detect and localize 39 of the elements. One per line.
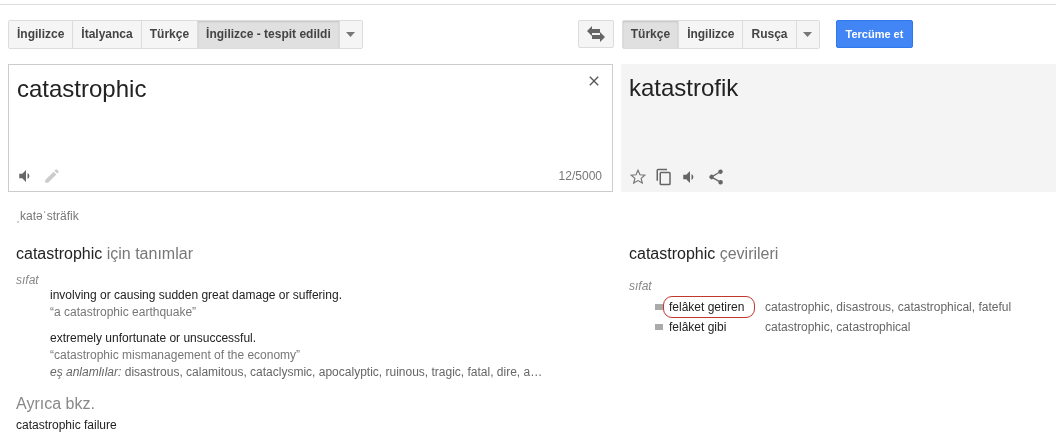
language-tab[interactable]: Türkçe: [141, 20, 199, 48]
source-text: catastrophic: [17, 75, 147, 103]
language-tab[interactable]: Türkçe: [622, 20, 680, 48]
language-tab[interactable]: İngilizce: [679, 20, 744, 48]
synonyms-text: eş anlamlılar: disastrous, calamitous, cataclysmic, apocalyptic, ruinous, tragic, fatal, dire, a…: [50, 364, 544, 381]
swap-arrows-icon: [586, 26, 605, 42]
example-text: “catastrophic mismanagement of the economy”: [50, 347, 302, 364]
reverse-translations: catastrophic, catastrophical: [765, 320, 911, 334]
phonetic-text: ˌkatəˈsträfik: [15, 208, 80, 223]
swap-languages-button[interactable]: [577, 20, 614, 48]
see-also-heading: Ayrıca bkz.: [16, 395, 96, 413]
frequency-bar: [655, 324, 663, 330]
translations-heading: catastrophic çevirileri: [629, 245, 780, 263]
frequency-bar: [655, 304, 663, 310]
part-of-speech: sıfat: [16, 273, 40, 287]
translate-button[interactable]: Tercüme et: [835, 20, 914, 48]
caret-icon: [346, 31, 356, 37]
language-tab[interactable]: İngilizce - tespit edildi: [198, 20, 340, 48]
translation-word[interactable]: felâket getiren: [663, 296, 755, 318]
character-counter: 12/5000: [558, 169, 602, 183]
star-icon[interactable]: [629, 168, 647, 186]
dropdown-button[interactable]: [339, 20, 362, 48]
reverse-translations: catastrophic, disastrous, catastrophical, fateful: [765, 300, 1012, 314]
source-text-field[interactable]: catastrophic 12/5000: [8, 64, 613, 192]
example-text: “a catastrophic earthquake”: [50, 304, 198, 321]
language-tab[interactable]: Rusça: [743, 20, 797, 48]
see-also-link[interactable]: catastrophic failure: [16, 418, 629, 432]
translated-text: katastrofik: [629, 74, 740, 102]
definitions-heading: catastrophic için tanımlar: [16, 245, 194, 263]
caret-icon: [803, 31, 812, 37]
copy-icon[interactable]: [655, 168, 673, 186]
dropdown-button[interactable]: [796, 20, 819, 48]
language-tab[interactable]: İngilizce: [9, 20, 74, 48]
part-of-speech: sıfat: [629, 279, 653, 293]
translation-word[interactable]: felâket gibi: [663, 316, 755, 338]
definition-text: extremely unfortunate or unsuccessful.: [50, 330, 258, 347]
definition-text: involving or causing sudden great damage or suffering.: [50, 287, 343, 304]
share-icon[interactable]: [707, 168, 725, 186]
language-tab[interactable]: İtalyanca: [73, 20, 142, 48]
